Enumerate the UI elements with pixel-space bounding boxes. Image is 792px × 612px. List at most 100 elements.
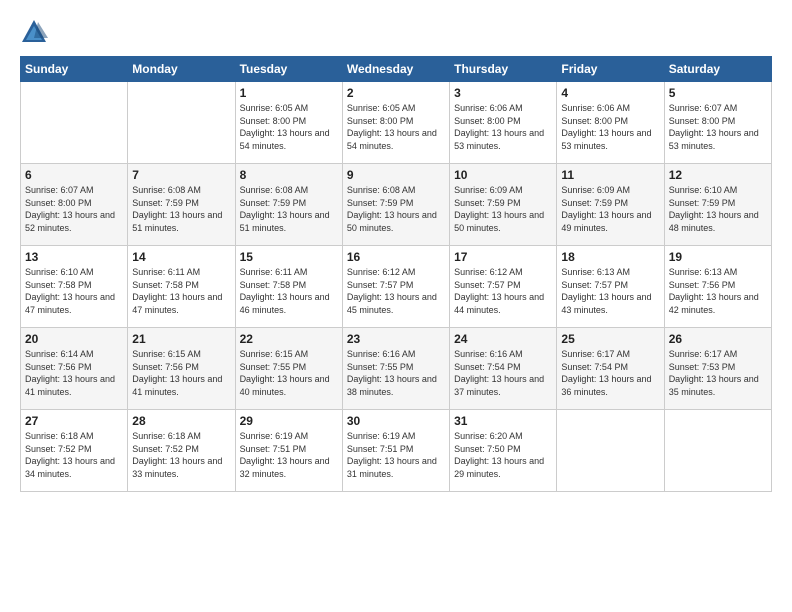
day-number: 7 [132, 168, 230, 182]
day-info: Sunrise: 6:06 AM Sunset: 8:00 PM Dayligh… [561, 102, 659, 152]
day-info: Sunrise: 6:09 AM Sunset: 7:59 PM Dayligh… [561, 184, 659, 234]
weekday-header: Monday [128, 57, 235, 82]
logo-icon [20, 18, 48, 46]
day-number: 23 [347, 332, 445, 346]
day-number: 27 [25, 414, 123, 428]
calendar-cell: 1 Sunrise: 6:05 AM Sunset: 8:00 PM Daylig… [235, 82, 342, 164]
calendar-week-row: 20 Sunrise: 6:14 AM Sunset: 7:56 PM Dayli… [21, 328, 772, 410]
day-info: Sunrise: 6:19 AM Sunset: 7:51 PM Dayligh… [347, 430, 445, 480]
page: SundayMondayTuesdayWednesdayThursdayFrid… [0, 0, 792, 612]
calendar-cell: 23Sunrise: 6:16 AM Sunset: 7:55 PM Dayli… [342, 328, 449, 410]
calendar-cell: 4 Sunrise: 6:06 AM Sunset: 8:00 PM Daylig… [557, 82, 664, 164]
calendar-cell [557, 410, 664, 492]
calendar-cell: 15 Sunrise: 6:11 AM Sunset: 7:58 PM Dayli… [235, 246, 342, 328]
day-number: 20 [25, 332, 123, 346]
calendar-cell: 3Sunrise: 6:06 AM Sunset: 8:00 PM Daylig… [450, 82, 557, 164]
calendar-cell: 18 Sunrise: 6:13 AM Sunset: 7:57 PM Dayli… [557, 246, 664, 328]
calendar-cell [128, 82, 235, 164]
day-info: Sunrise: 6:11 AM Sunset: 7:58 PM Dayligh… [240, 266, 338, 316]
calendar-cell: 31 Sunrise: 6:20 AM Sunset: 7:50 PM Dayli… [450, 410, 557, 492]
weekday-header: Thursday [450, 57, 557, 82]
calendar-cell: 17 Sunrise: 6:12 AM Sunset: 7:57 PM Dayli… [450, 246, 557, 328]
day-info: Sunrise: 6:11 AM Sunset: 7:58 PM Dayligh… [132, 266, 230, 316]
calendar-table: SundayMondayTuesdayWednesdayThursdayFrid… [20, 56, 772, 492]
day-number: 12 [669, 168, 767, 182]
calendar-week-row: 27 Sunrise: 6:18 AM Sunset: 7:52 PM Dayli… [21, 410, 772, 492]
day-number: 1 [240, 86, 338, 100]
day-info: Sunrise: 6:20 AM Sunset: 7:50 PM Dayligh… [454, 430, 552, 480]
day-info: Sunrise: 6:12 AM Sunset: 7:57 PM Dayligh… [347, 266, 445, 316]
day-number: 18 [561, 250, 659, 264]
day-number: 6 [25, 168, 123, 182]
day-number: 28 [132, 414, 230, 428]
day-number: 10 [454, 168, 552, 182]
calendar-cell: 30 Sunrise: 6:19 AM Sunset: 7:51 PM Dayli… [342, 410, 449, 492]
calendar-cell: 19Sunrise: 6:13 AM Sunset: 7:56 PM Dayli… [664, 246, 771, 328]
weekday-header: Friday [557, 57, 664, 82]
day-number: 24 [454, 332, 552, 346]
day-number: 30 [347, 414, 445, 428]
day-info: Sunrise: 6:10 AM Sunset: 7:58 PM Dayligh… [25, 266, 123, 316]
day-number: 15 [240, 250, 338, 264]
calendar-cell [21, 82, 128, 164]
calendar-header-row: SundayMondayTuesdayWednesdayThursdayFrid… [21, 57, 772, 82]
day-info: Sunrise: 6:17 AM Sunset: 7:53 PM Dayligh… [669, 348, 767, 398]
day-number: 16 [347, 250, 445, 264]
day-number: 21 [132, 332, 230, 346]
day-number: 3 [454, 86, 552, 100]
day-info: Sunrise: 6:12 AM Sunset: 7:57 PM Dayligh… [454, 266, 552, 316]
calendar-cell: 25Sunrise: 6:17 AM Sunset: 7:54 PM Dayli… [557, 328, 664, 410]
day-number: 13 [25, 250, 123, 264]
day-number: 14 [132, 250, 230, 264]
day-info: Sunrise: 6:14 AM Sunset: 7:56 PM Dayligh… [25, 348, 123, 398]
calendar-cell: 9Sunrise: 6:08 AM Sunset: 7:59 PM Daylig… [342, 164, 449, 246]
weekday-header: Wednesday [342, 57, 449, 82]
day-number: 17 [454, 250, 552, 264]
calendar-cell: 2 Sunrise: 6:05 AM Sunset: 8:00 PM Daylig… [342, 82, 449, 164]
day-info: Sunrise: 6:05 AM Sunset: 8:00 PM Dayligh… [347, 102, 445, 152]
calendar-cell: 12 Sunrise: 6:10 AM Sunset: 7:59 PM Dayli… [664, 164, 771, 246]
calendar-cell: 24Sunrise: 6:16 AM Sunset: 7:54 PM Dayli… [450, 328, 557, 410]
calendar-cell: 5 Sunrise: 6:07 AM Sunset: 8:00 PM Daylig… [664, 82, 771, 164]
calendar-cell: 6 Sunrise: 6:07 AM Sunset: 8:00 PM Daylig… [21, 164, 128, 246]
weekday-header: Tuesday [235, 57, 342, 82]
calendar-cell: 29 Sunrise: 6:19 AM Sunset: 7:51 PM Dayli… [235, 410, 342, 492]
day-info: Sunrise: 6:19 AM Sunset: 7:51 PM Dayligh… [240, 430, 338, 480]
calendar-cell: 26Sunrise: 6:17 AM Sunset: 7:53 PM Dayli… [664, 328, 771, 410]
day-number: 19 [669, 250, 767, 264]
weekday-header: Saturday [664, 57, 771, 82]
calendar-week-row: 6 Sunrise: 6:07 AM Sunset: 8:00 PM Daylig… [21, 164, 772, 246]
header [20, 18, 772, 46]
day-info: Sunrise: 6:07 AM Sunset: 8:00 PM Dayligh… [25, 184, 123, 234]
day-number: 2 [347, 86, 445, 100]
day-info: Sunrise: 6:15 AM Sunset: 7:56 PM Dayligh… [132, 348, 230, 398]
calendar-cell: 28Sunrise: 6:18 AM Sunset: 7:52 PM Dayli… [128, 410, 235, 492]
calendar-cell: 22Sunrise: 6:15 AM Sunset: 7:55 PM Dayli… [235, 328, 342, 410]
day-info: Sunrise: 6:09 AM Sunset: 7:59 PM Dayligh… [454, 184, 552, 234]
calendar-cell: 13 Sunrise: 6:10 AM Sunset: 7:58 PM Dayli… [21, 246, 128, 328]
day-info: Sunrise: 6:18 AM Sunset: 7:52 PM Dayligh… [25, 430, 123, 480]
calendar-cell: 14 Sunrise: 6:11 AM Sunset: 7:58 PM Dayli… [128, 246, 235, 328]
day-number: 11 [561, 168, 659, 182]
day-info: Sunrise: 6:08 AM Sunset: 7:59 PM Dayligh… [132, 184, 230, 234]
calendar-cell: 10 Sunrise: 6:09 AM Sunset: 7:59 PM Dayli… [450, 164, 557, 246]
logo [20, 18, 52, 46]
day-info: Sunrise: 6:05 AM Sunset: 8:00 PM Dayligh… [240, 102, 338, 152]
day-info: Sunrise: 6:07 AM Sunset: 8:00 PM Dayligh… [669, 102, 767, 152]
day-number: 29 [240, 414, 338, 428]
day-number: 31 [454, 414, 552, 428]
day-number: 25 [561, 332, 659, 346]
weekday-header: Sunday [21, 57, 128, 82]
day-info: Sunrise: 6:13 AM Sunset: 7:57 PM Dayligh… [561, 266, 659, 316]
calendar-cell: 27 Sunrise: 6:18 AM Sunset: 7:52 PM Dayli… [21, 410, 128, 492]
calendar-cell: 21 Sunrise: 6:15 AM Sunset: 7:56 PM Dayli… [128, 328, 235, 410]
calendar-cell: 8Sunrise: 6:08 AM Sunset: 7:59 PM Daylig… [235, 164, 342, 246]
calendar-cell: 16 Sunrise: 6:12 AM Sunset: 7:57 PM Dayli… [342, 246, 449, 328]
day-info: Sunrise: 6:15 AM Sunset: 7:55 PM Dayligh… [240, 348, 338, 398]
day-info: Sunrise: 6:10 AM Sunset: 7:59 PM Dayligh… [669, 184, 767, 234]
calendar-cell: 7 Sunrise: 6:08 AM Sunset: 7:59 PM Daylig… [128, 164, 235, 246]
day-number: 4 [561, 86, 659, 100]
day-number: 8 [240, 168, 338, 182]
calendar-week-row: 13 Sunrise: 6:10 AM Sunset: 7:58 PM Dayli… [21, 246, 772, 328]
day-number: 5 [669, 86, 767, 100]
